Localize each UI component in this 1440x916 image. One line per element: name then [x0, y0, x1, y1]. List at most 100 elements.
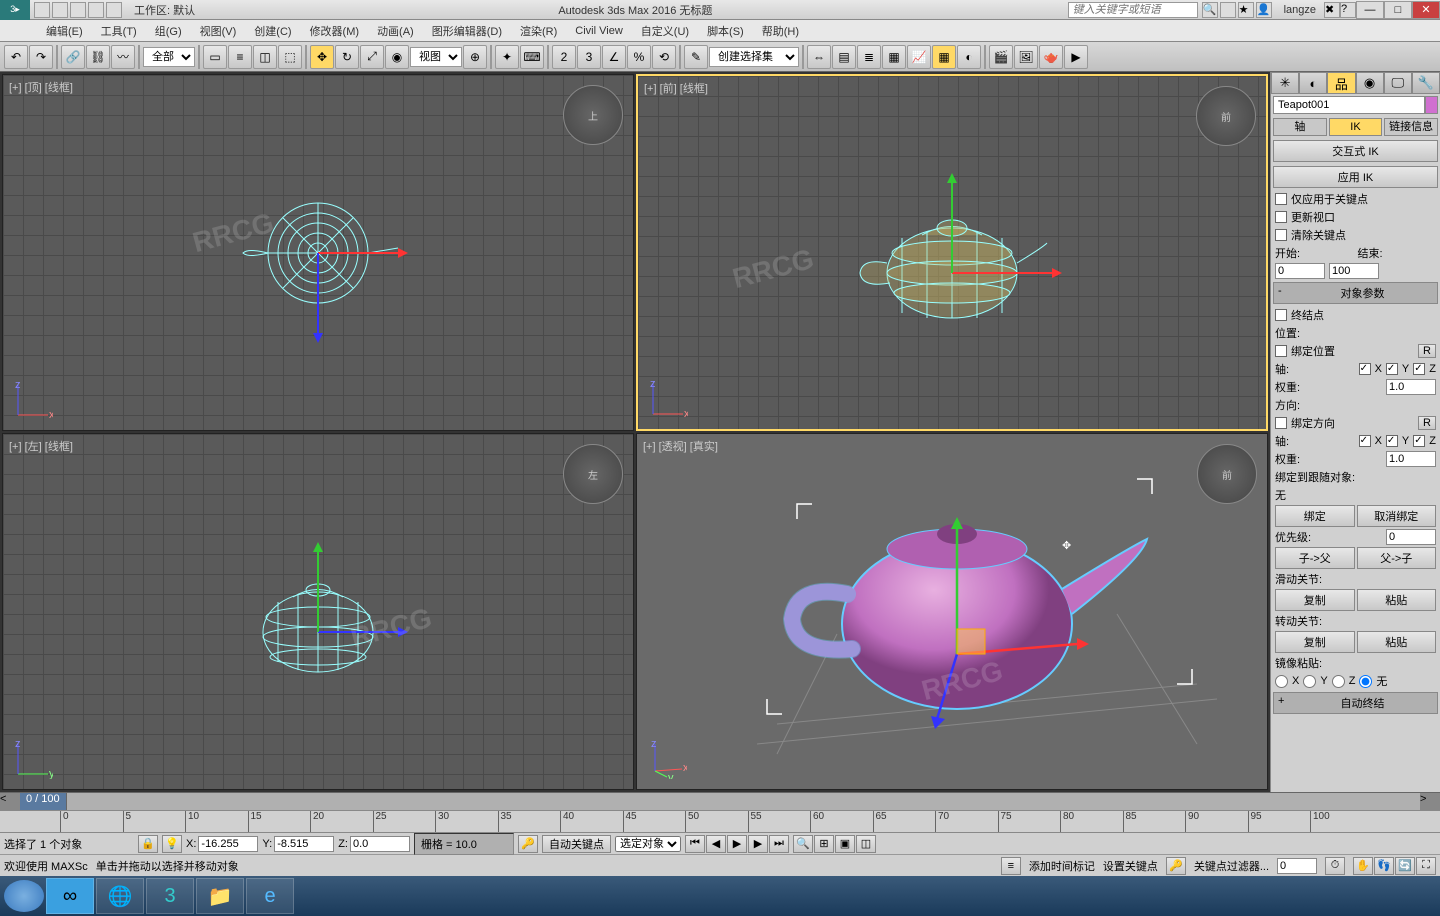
rollout-toggle-2[interactable]: + — [1278, 695, 1292, 711]
viewport-label[interactable]: [+] [前] [线框] — [644, 80, 708, 96]
render-setup-button[interactable]: 🎬 — [989, 45, 1013, 69]
viewcube[interactable]: 左 — [563, 444, 623, 504]
spinner-snap-button[interactable]: ⟲ — [652, 45, 676, 69]
render-button[interactable]: 🫖 — [1039, 45, 1063, 69]
snap-3d-button[interactable]: 3 — [577, 45, 601, 69]
time-ruler[interactable]: 0510152025303540455055606570758085909510… — [0, 810, 1440, 832]
next-frame-button[interactable]: ▶ — [748, 835, 768, 853]
angle-snap-button[interactable]: ∠ — [602, 45, 626, 69]
motion-tab[interactable]: ◉ — [1356, 72, 1384, 94]
weight-spinner[interactable] — [1386, 379, 1436, 395]
align-button[interactable]: ▤ — [832, 45, 856, 69]
open-icon[interactable] — [52, 2, 68, 18]
bind-orient-checkbox[interactable] — [1275, 417, 1287, 429]
add-time-tag[interactable]: 添加时间标记 — [1029, 858, 1095, 874]
rotate-button[interactable]: ↻ — [335, 45, 359, 69]
move-button[interactable]: ✥ — [310, 45, 334, 69]
link-info-subtab[interactable]: 链接信息 — [1384, 118, 1438, 136]
zoom-all-button[interactable]: ⊞ — [814, 835, 834, 853]
z-checkbox-2[interactable] — [1413, 435, 1425, 447]
ref-coord-dropdown[interactable]: 视图 — [410, 47, 462, 67]
terminator-checkbox[interactable] — [1275, 309, 1287, 321]
viewcube[interactable]: 前 — [1196, 86, 1256, 146]
r-button[interactable]: R — [1418, 344, 1436, 358]
pivot-subtab[interactable]: 轴 — [1273, 118, 1327, 136]
unlink-button[interactable]: ⛓ — [86, 45, 110, 69]
render-prod-button[interactable]: ▶ — [1064, 45, 1088, 69]
menu-help[interactable]: 帮助(H) — [756, 21, 805, 41]
play-button[interactable]: ▶ — [727, 835, 747, 853]
mirror-y-radio[interactable] — [1303, 675, 1316, 688]
maximize-viewport-button[interactable]: ⛶ — [1416, 857, 1436, 875]
help-icon[interactable]: ? — [1340, 2, 1356, 18]
taskbar-app-1[interactable]: ∞ — [46, 878, 94, 914]
y-checkbox[interactable] — [1386, 363, 1398, 375]
select-button[interactable]: ▭ — [203, 45, 227, 69]
zoom-extents-button[interactable]: ▣ — [835, 835, 855, 853]
mirror-button[interactable]: ⇔ — [807, 45, 831, 69]
toggle-ribbon-button[interactable]: ▦ — [882, 45, 906, 69]
menu-render[interactable]: 渲染(R) — [514, 21, 563, 41]
named-selection-dropdown[interactable]: 创建选择集 — [709, 47, 799, 67]
end-spinner[interactable] — [1329, 263, 1379, 279]
utilities-tab[interactable]: 🔧 — [1412, 72, 1440, 94]
menu-graph[interactable]: 图形编辑器(D) — [426, 21, 508, 41]
bind-pos-checkbox[interactable] — [1275, 345, 1287, 357]
priority-spinner[interactable] — [1386, 529, 1436, 545]
goto-start-button[interactable]: ⏮ — [685, 835, 705, 853]
menu-customize[interactable]: 自定义(U) — [635, 21, 695, 41]
fov-button[interactable]: ◫ — [856, 835, 876, 853]
isolate-button[interactable]: 💡 — [162, 835, 182, 853]
set-key-button[interactable]: 设置关键点 — [1103, 858, 1158, 874]
hierarchy-tab[interactable]: 品 — [1327, 72, 1355, 94]
viewport-label[interactable]: [+] [顶] [线框] — [9, 79, 73, 95]
menu-group[interactable]: 组(G) — [149, 21, 188, 41]
x-checkbox-2[interactable] — [1359, 435, 1371, 447]
script-listener-button[interactable]: ≡ — [1001, 857, 1021, 875]
keyboard-button[interactable]: ⌨ — [520, 45, 544, 69]
y-checkbox-2[interactable] — [1386, 435, 1398, 447]
r-button-2[interactable]: R — [1418, 416, 1436, 430]
new-icon[interactable] — [34, 2, 50, 18]
binoculars-icon[interactable]: 🔍 — [1202, 2, 1218, 18]
star-icon[interactable]: ★ — [1238, 2, 1254, 18]
curve-editor-button[interactable]: 📈 — [907, 45, 931, 69]
taskbar-ie[interactable]: e — [246, 878, 294, 914]
x-icon[interactable]: ✖ — [1324, 2, 1340, 18]
rect-select-button[interactable]: ◫ — [253, 45, 277, 69]
undo-button[interactable]: ↶ — [4, 45, 28, 69]
ik-subtab[interactable]: IK — [1329, 118, 1383, 136]
render-frame-button[interactable]: 🖼 — [1014, 45, 1038, 69]
paste-rotation-button[interactable]: 粘贴 — [1357, 631, 1437, 653]
menu-create[interactable]: 创建(C) — [248, 21, 297, 41]
close-button[interactable]: ✕ — [1412, 1, 1440, 19]
placement-button[interactable]: ◉ — [385, 45, 409, 69]
menu-modifiers[interactable]: 修改器(M) — [304, 21, 366, 41]
pivot-center-button[interactable]: ⊕ — [463, 45, 487, 69]
manipulate-button[interactable]: ✦ — [495, 45, 519, 69]
taskbar-explorer[interactable]: 📁 — [196, 878, 244, 914]
mirror-z-radio[interactable] — [1332, 675, 1345, 688]
viewport-top[interactable]: [+] [顶] [线框] 上 xz RRCG — [2, 74, 634, 431]
copy-sliding-button[interactable]: 复制 — [1275, 589, 1355, 611]
key-target-dropdown[interactable]: 选定对象 — [615, 836, 681, 852]
menu-civil[interactable]: Civil View — [569, 23, 628, 39]
only-keys-checkbox[interactable] — [1275, 193, 1287, 205]
modify-tab[interactable]: ◐ — [1299, 72, 1327, 94]
scale-button[interactable]: ⤢ — [360, 45, 384, 69]
menu-edit[interactable]: 编辑(E) — [40, 21, 89, 41]
create-tab[interactable]: ✳ — [1271, 72, 1299, 94]
orbit-button[interactable]: 🔄 — [1395, 857, 1415, 875]
mirror-x-radio[interactable] — [1275, 675, 1288, 688]
unbind-button[interactable]: 取消绑定 — [1357, 505, 1437, 527]
prev-frame-button[interactable]: ◀ — [706, 835, 726, 853]
start-button[interactable] — [4, 880, 44, 912]
user-icon[interactable]: 👤 — [1256, 2, 1272, 18]
z-coord-input[interactable] — [350, 836, 410, 852]
paste-sliding-button[interactable]: 粘贴 — [1357, 589, 1437, 611]
redo-button[interactable]: ↷ — [29, 45, 53, 69]
timeline-left-cap[interactable]: < — [0, 793, 20, 810]
pan-button[interactable]: ✋ — [1353, 857, 1373, 875]
viewport-front[interactable]: [+] [前] [线框] 前 xz RRCG — [636, 74, 1268, 431]
x-coord-input[interactable] — [198, 836, 258, 852]
